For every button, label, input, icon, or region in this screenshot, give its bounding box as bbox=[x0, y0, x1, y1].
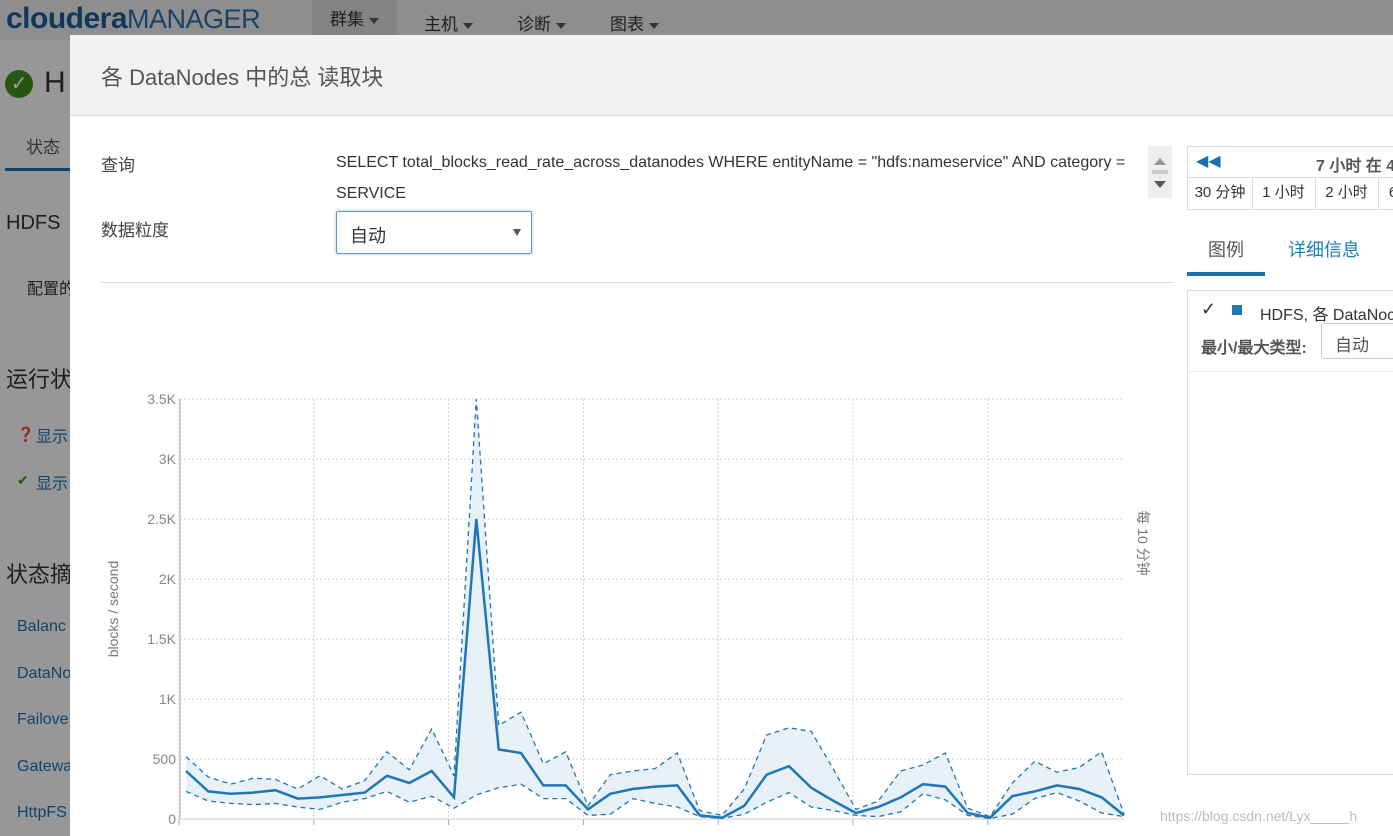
chevron-down-icon bbox=[513, 229, 521, 236]
double-chevron-left-icon[interactable]: ◀◀ bbox=[1196, 151, 1221, 171]
x-axis-ticks: 01 AM 02 AM 03 AM 04 AM 05 AM 06 AM 07 AM bbox=[184, 824, 1033, 825]
tab-legend[interactable]: 图例 bbox=[1208, 236, 1244, 262]
modal-header: 各 DataNodes 中的总 读取块 bbox=[70, 35, 1393, 116]
range-30min-button[interactable]: 30 分钟 bbox=[1188, 177, 1253, 209]
x-tick-label: 07 AM bbox=[993, 824, 1033, 825]
x-tick-label: 02 AM bbox=[319, 824, 359, 825]
scroll-up-icon[interactable] bbox=[1154, 158, 1166, 165]
series-name[interactable]: HDFS, 各 DataNoc bbox=[1260, 301, 1393, 325]
y-tick-label: 3K bbox=[159, 451, 177, 467]
minmax-select[interactable]: 自动 bbox=[1321, 323, 1393, 359]
divider bbox=[1188, 371, 1393, 372]
y-tick-label: 3.5K bbox=[147, 391, 176, 407]
granularity-label: 数据粒度 bbox=[101, 221, 169, 240]
watermark: https://blog.csdn.net/Lyx_____h bbox=[1160, 808, 1358, 824]
y-tick-label: 0 bbox=[168, 811, 176, 825]
range-6h-button[interactable]: 6 bbox=[1378, 177, 1393, 209]
y-tick-label: 500 bbox=[153, 751, 177, 767]
chart-modal: 各 DataNodes 中的总 读取块 查询 SELECT total_bloc… bbox=[70, 35, 1393, 836]
minmax-label: 最小/最大类型: bbox=[1201, 340, 1307, 357]
time-range-selector: ◀◀ 7 小时 在 4 30 分钟 1 小时 2 小时 6 bbox=[1187, 146, 1393, 210]
series-color-swatch bbox=[1232, 305, 1242, 315]
y-tick-label: 2.5K bbox=[147, 511, 176, 527]
query-text[interactable]: SELECT total_blocks_read_rate_across_dat… bbox=[336, 147, 1146, 209]
y-tick-label: 1.5K bbox=[147, 631, 176, 647]
right-axis-label: 每 10 分钟 bbox=[1135, 510, 1151, 575]
line-chart[interactable]: 0 500 1K 1.5K 2K 2.5K 3K 3.5K 01 AM 02 AM 03 AM 04… bbox=[70, 335, 1180, 825]
tab-details[interactable]: 详细信息 bbox=[1288, 236, 1360, 262]
range-1h-button[interactable]: 1 小时 bbox=[1252, 177, 1316, 209]
x-tick-label: 05 AM bbox=[723, 824, 763, 825]
divider bbox=[101, 282, 1174, 283]
tab-legend-underline bbox=[1187, 272, 1265, 276]
chart-grid bbox=[178, 398, 1124, 825]
range-2h-button[interactable]: 2 小时 bbox=[1315, 177, 1379, 209]
legend-panel: ✓ HDFS, 各 DataNoc 最小/最大类型: 自动 bbox=[1187, 290, 1393, 775]
y-axis-ticks: 0 500 1K 1.5K 2K 2.5K 3K 3.5K bbox=[147, 391, 176, 825]
y-tick-label: 2K bbox=[159, 571, 177, 587]
granularity-select[interactable]: 自动 bbox=[336, 211, 532, 254]
time-range-label: 7 小时 在 4 bbox=[1316, 158, 1393, 175]
modal-title: 各 DataNodes 中的总 读取块 bbox=[101, 65, 384, 90]
scroll-thumb[interactable] bbox=[1152, 170, 1168, 174]
x-tick-label: 01 AM bbox=[184, 824, 224, 825]
scroll-down-icon[interactable] bbox=[1154, 181, 1166, 188]
query-label: 查询 bbox=[101, 156, 135, 175]
query-scroller[interactable] bbox=[1148, 146, 1172, 198]
checkmark-icon[interactable]: ✓ bbox=[1201, 299, 1216, 320]
minmax-value: 自动 bbox=[1335, 336, 1369, 355]
x-tick-label: 06 AM bbox=[858, 824, 898, 825]
x-tick-label: 04 AM bbox=[588, 824, 628, 825]
y-tick-label: 1K bbox=[159, 691, 177, 707]
y-axis-label: blocks / second bbox=[105, 561, 121, 658]
min-max-band bbox=[186, 399, 1124, 819]
series-max-line bbox=[185, 398, 1125, 818]
granularity-value: 自动 bbox=[350, 226, 386, 246]
x-tick-label: 03 AM bbox=[454, 824, 494, 825]
